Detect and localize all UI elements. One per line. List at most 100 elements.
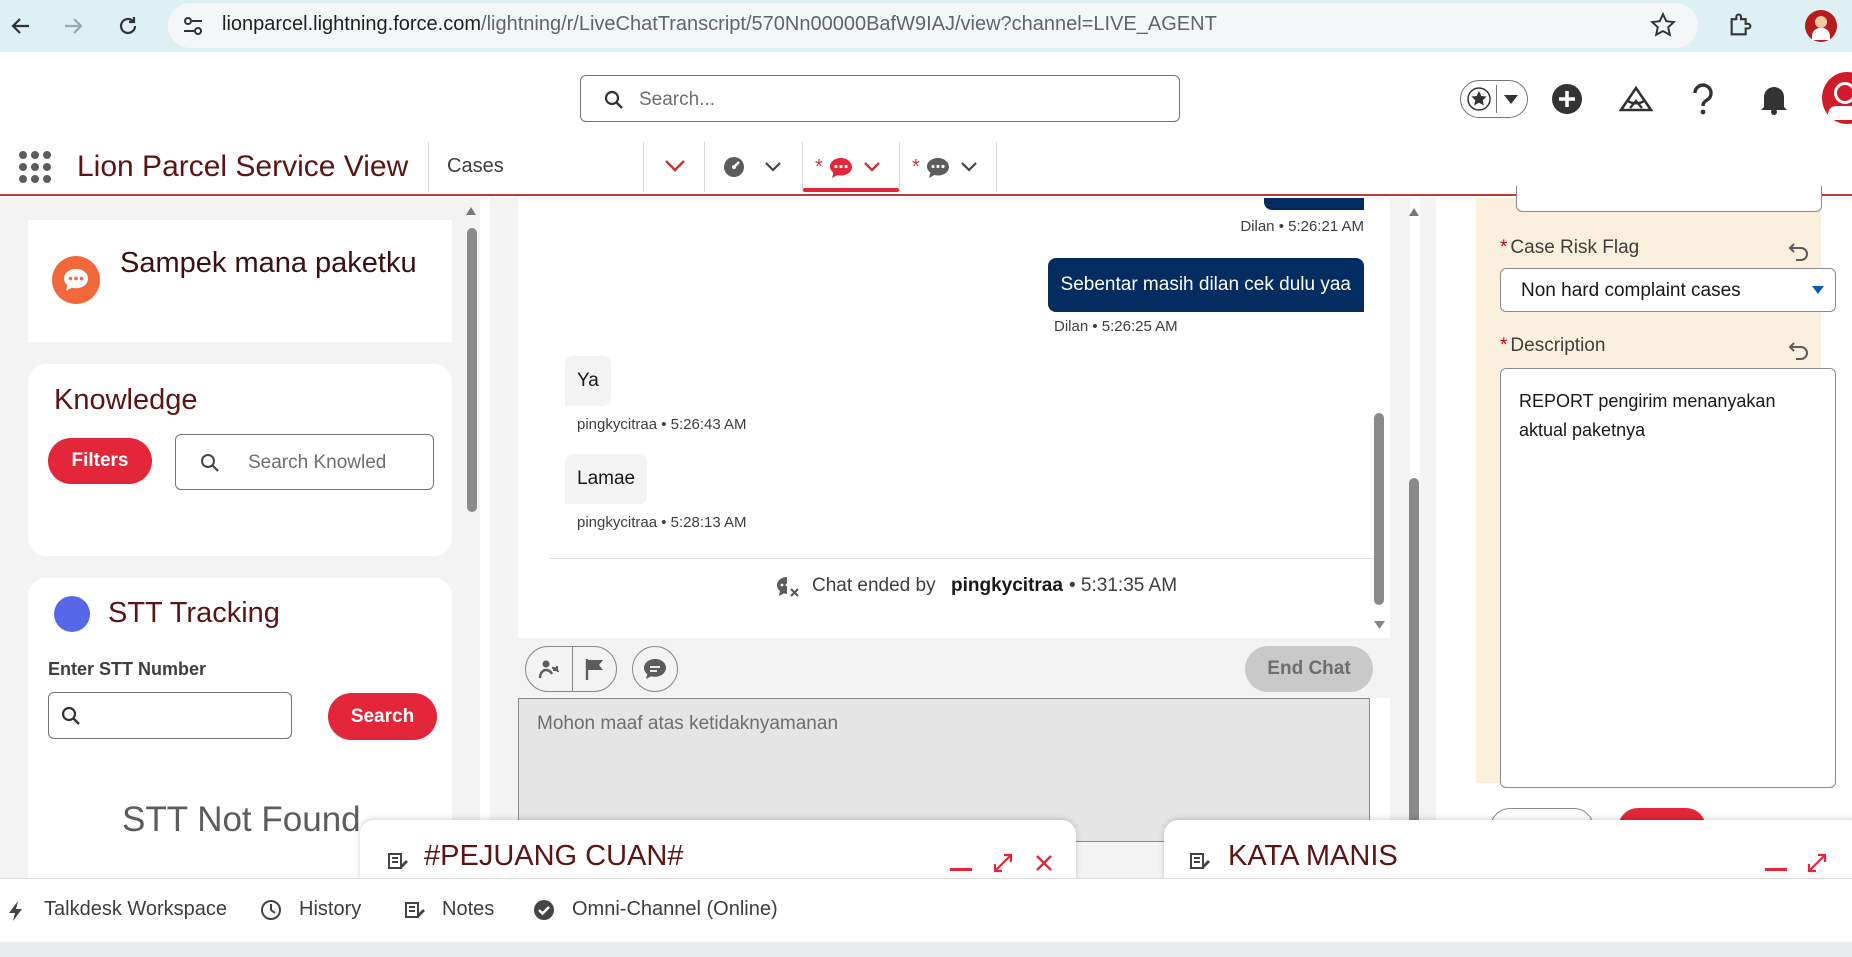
stt-not-found-text: STT Not Found xyxy=(122,800,361,839)
add-button[interactable] xyxy=(1548,80,1586,118)
utility-item-omni-channel[interactable]: Omni-Channel (Online) xyxy=(533,898,778,921)
puzzle-icon[interactable] xyxy=(1727,11,1755,39)
left-scrollbar-thumb[interactable] xyxy=(467,228,477,512)
transfer-button[interactable] xyxy=(526,647,572,691)
bell-icon xyxy=(1761,87,1787,115)
bolt-icon xyxy=(9,901,22,921)
workspace-tab-case[interactable] xyxy=(722,155,746,179)
arrow-right-icon xyxy=(65,18,83,34)
url-text[interactable]: lionparcel.lightning.force.com/lightning… xyxy=(222,13,1217,36)
quick-text-button[interactable] xyxy=(632,646,678,692)
utility-item-notes[interactable]: Notes xyxy=(403,898,494,921)
customer-message-bubble: Ya xyxy=(565,356,611,406)
scroll-up-arrow-icon xyxy=(1409,208,1419,216)
chat-bubble-icon xyxy=(52,256,100,304)
unsaved-marker: * xyxy=(912,156,920,178)
clock-icon xyxy=(261,900,281,920)
active-tab-indicator xyxy=(803,188,899,192)
description-textarea[interactable]: REPORT pengirim menanyakan aktual paketn… xyxy=(1500,368,1836,788)
knowledge-search-input[interactable]: Search Knowled xyxy=(175,434,434,490)
close-icon[interactable] xyxy=(1034,853,1054,873)
back-button[interactable] xyxy=(6,11,36,41)
expand-icon[interactable] xyxy=(1806,852,1828,874)
chat-card-title: Sampek mana paketku xyxy=(120,247,417,279)
case-risk-flag-select[interactable]: Non hard complaint cases xyxy=(1500,268,1836,312)
agent-message-bubble-partial xyxy=(1264,198,1364,210)
filters-button[interactable]: Filters xyxy=(48,438,152,484)
expand-icon[interactable] xyxy=(992,852,1014,874)
nav-item-cases[interactable]: Cases xyxy=(447,155,504,178)
arrow-left-icon xyxy=(11,18,29,34)
stt-search-button[interactable]: Search xyxy=(328,693,437,740)
chat-scrollbar[interactable] xyxy=(1370,198,1390,638)
workspace-tab-chat[interactable]: * xyxy=(900,142,996,194)
chat-message-list: Dilan • 5:26:21 AM Sebentar masih dilan … xyxy=(550,198,1382,638)
scroll-up-arrow-icon xyxy=(466,207,476,215)
undo-icon[interactable] xyxy=(1788,341,1810,361)
utility-panel-pejuang-cuan[interactable]: #PEJUANG CUAN# xyxy=(360,820,1076,880)
case-details-panel: * Case Risk Flag Non hard complaint cases… xyxy=(1420,186,1852,878)
favorites-button[interactable] xyxy=(1460,80,1528,118)
chevron-down-icon xyxy=(665,160,685,172)
minimize-icon[interactable] xyxy=(1765,868,1787,871)
app-launcher-icon[interactable] xyxy=(18,150,52,184)
utility-panel-title: #PEJUANG CUAN# xyxy=(424,840,684,872)
chat-transcript-card: Dilan • 5:26:21 AM Sebentar masih dilan … xyxy=(518,198,1390,842)
agent-message-bubble: Sebentar masih dilan cek dulu yaa xyxy=(1047,258,1364,312)
tab-case-menu-button[interactable] xyxy=(764,160,782,174)
chat-panel-area: Dilan • 5:26:21 AM Sebentar masih dilan … xyxy=(490,198,1419,878)
utility-panel-kata-manis[interactable]: KATA MANIS xyxy=(1164,820,1852,880)
stt-tracking-icon xyxy=(54,596,90,632)
notes-icon xyxy=(405,902,425,918)
description-label: * Description xyxy=(1500,335,1606,356)
left-sidebar: Sampek mana paketku Knowledge Filters Se… xyxy=(0,198,480,878)
site-info-icon[interactable] xyxy=(180,13,206,39)
undo-icon[interactable] xyxy=(1788,242,1810,262)
search-icon xyxy=(201,454,219,472)
nav-divider xyxy=(704,142,705,192)
message-meta: Dilan • 5:26:21 AM xyxy=(1240,218,1364,235)
transfer-icon xyxy=(538,660,559,679)
field-partial xyxy=(1516,186,1822,212)
stt-number-input[interactable] xyxy=(48,692,292,739)
end-chat-button[interactable]: End Chat xyxy=(1245,646,1373,692)
reload-button[interactable] xyxy=(113,11,143,41)
chevron-down-icon xyxy=(765,162,781,172)
nav-divider xyxy=(428,142,429,192)
app-name: Lion Parcel Service View xyxy=(77,150,409,183)
flag-button[interactable] xyxy=(573,647,617,691)
profile-avatar[interactable] xyxy=(1805,10,1837,42)
workspace-tab-chat-active[interactable]: * xyxy=(803,142,899,194)
case-gauge-icon xyxy=(724,157,744,177)
help-button[interactable] xyxy=(1684,80,1722,118)
nav-cases-menu-button[interactable] xyxy=(664,158,686,174)
case-form-highlight: * Case Risk Flag Non hard complaint cases… xyxy=(1476,186,1836,788)
nav-divider xyxy=(996,142,997,192)
chevron-down-icon xyxy=(864,162,880,172)
utility-panel-title: KATA MANIS xyxy=(1228,840,1398,872)
global-search-input[interactable]: Search... xyxy=(580,75,1180,122)
case-form-card: * Case Risk Flag Non hard complaint cases… xyxy=(1436,186,1852,878)
left-scrollbar[interactable] xyxy=(462,198,480,878)
chat-ended-icon xyxy=(777,577,799,597)
reload-icon xyxy=(119,17,137,35)
notifications-button[interactable] xyxy=(1755,80,1793,118)
trailhead-button[interactable] xyxy=(1617,80,1655,118)
add-icon xyxy=(1552,84,1582,114)
chat-icon xyxy=(830,158,852,178)
utility-item-talkdesk[interactable]: Talkdesk Workspace xyxy=(8,898,227,921)
chevron-down-icon xyxy=(1504,95,1518,104)
minimize-icon[interactable] xyxy=(950,868,972,871)
message-meta: pingkycitraa • 5:28:13 AM xyxy=(577,514,747,531)
forward-button[interactable] xyxy=(58,11,88,41)
utility-item-history[interactable]: History xyxy=(260,898,361,921)
flag-icon xyxy=(585,659,603,680)
chat-scrollbar-thumb[interactable] xyxy=(1374,413,1384,605)
unsaved-marker: * xyxy=(815,156,823,178)
star-icon[interactable] xyxy=(1650,12,1676,38)
message-meta: Dilan • 5:26:25 AM xyxy=(1054,318,1178,335)
knowledge-card: Knowledge Filters Search Knowled xyxy=(28,364,452,556)
search-icon xyxy=(604,90,623,109)
main-scrollbar-thumb[interactable] xyxy=(1409,478,1419,878)
case-risk-flag-label: * Case Risk Flag xyxy=(1500,237,1640,258)
